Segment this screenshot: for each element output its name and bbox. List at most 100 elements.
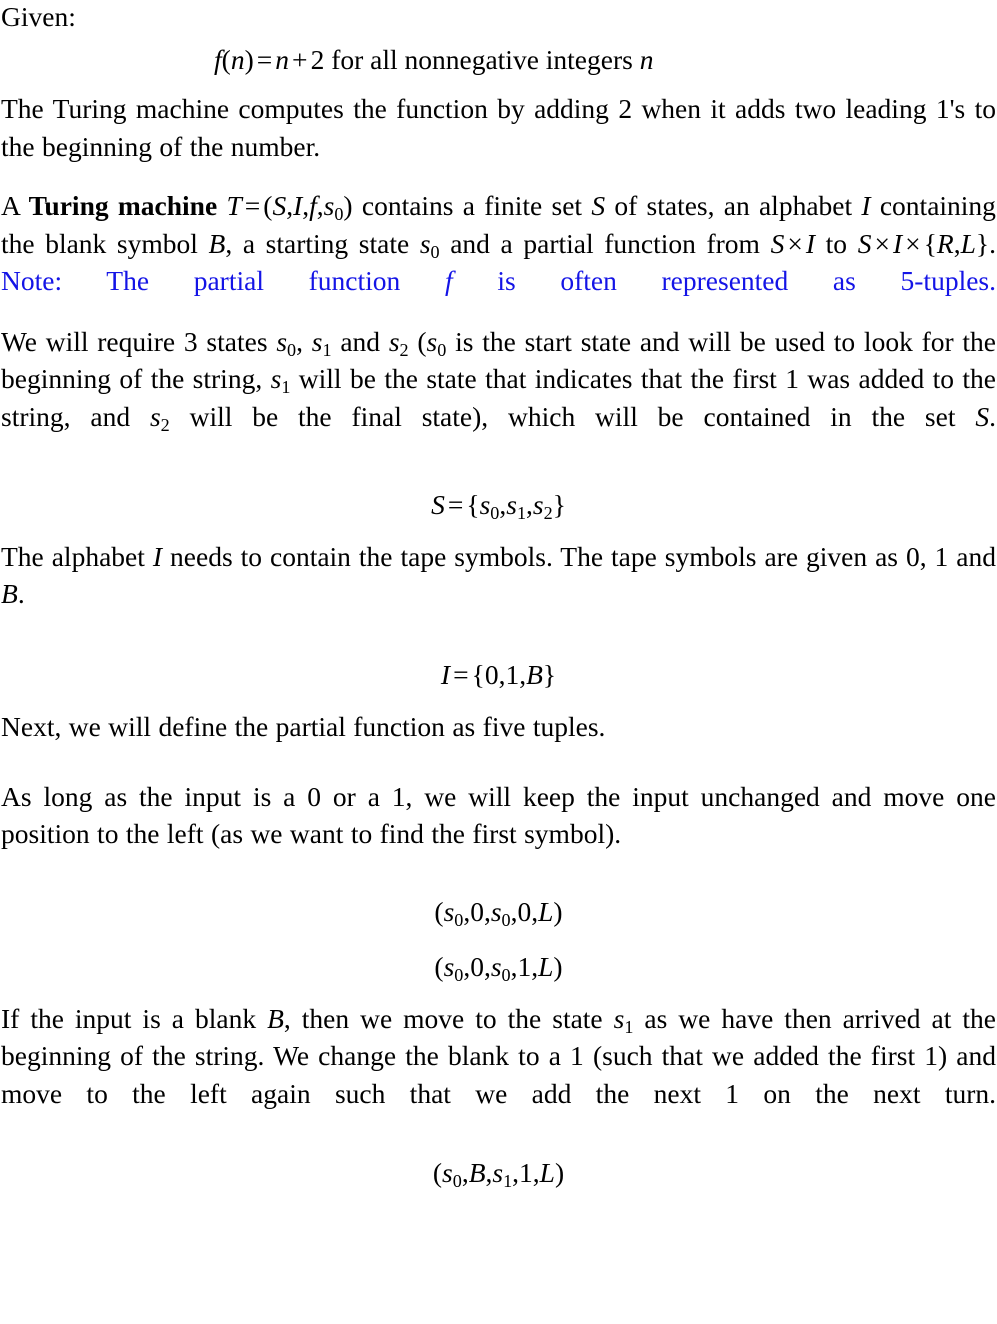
next-five-tuples-text: Next, we will define the partial functio… [1,711,606,742]
states-s1-b: s [270,363,282,394]
def-I-3: I [805,227,816,259]
paragraph-next-five-tuples: Next, we will define the partial functio… [1,708,996,746]
def-times-3: × [905,227,921,259]
tuple1-move-direction: L [538,895,554,927]
tuple2-move-direction: L [538,951,554,982]
def-I-2: I [861,190,871,221]
paragraph-alphabet-tape-symbols: The alphabet I needs to contain the tape… [1,538,996,613]
eq-fn-f: f [214,43,222,75]
input-zero-or-one-line1: As long as the input is a 0 or a 1, we w… [1,780,872,812]
document-page: Given: f(n) = n +2 for all nonnegative inte… [0,0,997,1322]
eq-fn-close-paren: ) [244,43,254,75]
paragraph-input-zero-or-one: As long as the input is a 0 or a 1, we w… [1,778,996,853]
tuple1-read-symbol: 0 [470,895,484,927]
def-times-2: × [874,227,890,259]
states-s2-b-subscript: 2 [160,414,170,435]
states-s2-subscript: 2 [399,339,409,360]
alphabet-B: B [1,578,18,609]
def-close-paren: ) [343,190,353,221]
eq-fn-equals: = [256,43,273,75]
def-a: A [1,190,20,221]
def-s0-b-subscript: 0 [430,241,440,262]
tuple2-read-symbol: 0 [470,951,484,982]
tuple1-open-paren: ( [434,895,444,927]
tuple1-next-state-subscript: 0 [501,909,511,930]
tuple3-move-direction: L [539,1157,555,1188]
def-text-1: contains a finite set [361,190,583,221]
eq-S-s1: s [506,489,517,520]
def-T: T [226,190,242,221]
tuple1-close-paren: ) [553,895,563,927]
def-times-1: × [787,227,803,259]
tuple1-next-state: s [490,895,502,927]
tuple2-open-paren: ( [434,951,444,982]
states-s0: s [276,325,288,357]
eq-S-s0-subscript: 0 [490,502,500,523]
tuple3-next-state: s [492,1157,504,1188]
def-S-4: S [857,227,872,259]
eq-I-brace-close: } [542,658,557,690]
tuple3-comma-4: , [532,1157,540,1188]
tuple2-close-paren: ) [553,951,563,982]
tuple3-write-symbol: 1 [519,1157,533,1188]
blank-s1: s [613,1002,625,1034]
eq-S-s2: s [532,489,544,520]
paragraph-blank-input-rule: If the input is a blank B, then we move … [1,1000,996,1113]
equation-tuple-3: (s0,B,s1,1,L) [1,1154,996,1192]
paragraph-states-requirement: We will require 3 states s0, s1 and s2 (… [1,323,996,436]
tuple1-comma-2: , [483,895,491,927]
states-s1-b-subscript: 1 [281,376,291,397]
def-comma-3: , [316,190,324,221]
note-text-part2: is often represented as 5-tuples. [497,265,996,296]
eq-I-one: 1 [505,658,520,690]
tuple2-next-state-subscript: 0 [501,964,511,985]
alphabet-I: I [152,540,163,572]
states-s1: s [311,325,323,357]
tuple3-state-subscript: 0 [452,1170,462,1191]
def-comma-4: , [953,227,961,259]
tuple2-state: s [443,951,455,982]
eq-I-zero: 0 [484,658,499,690]
tuple2-next-state: s [490,951,502,982]
tuple3-open-paren: ( [432,1157,443,1188]
tuple3-close-paren: ) [554,1157,565,1188]
states-text-1: We will require 3 states [1,325,268,357]
tuple3-read-symbol: B [468,1157,486,1188]
eq-S-s0: s [479,489,491,520]
eq-S-s2-subscript: 2 [543,502,553,523]
equation-tuple-1: (s0,0,s0,0,L) [1,893,996,931]
paragraph-machine-computes-line1: The Turing machine computes the function… [1,93,837,124]
eq-fn-tail-text: for all nonnegative integers [331,43,633,75]
def-equals: = [244,190,261,221]
alphabet-period: . [17,578,25,609]
eq-I-B: B [526,658,543,690]
eq-fn-rhs-n: n [275,43,290,75]
states-period: . [989,400,996,432]
eq-fn-plus: + [292,43,308,75]
tuple3-state: s [442,1157,453,1188]
paragraph-machine-computes: The Turing machine computes the function… [1,90,996,165]
def-text-4: , a starting state [225,227,410,259]
equation-function-definition: f(n) = n +2 for all nonnegative integers n [1,41,996,79]
tuple2-write-symbol: 1 [517,951,532,982]
tuple3-comma-3: , [512,1157,520,1188]
def-L: L [960,227,976,259]
def-text-2: of states, an alphabet [614,190,853,221]
alphabet-text-1: The alphabet [1,540,145,572]
tuple2-state-subscript: 0 [454,964,464,985]
def-f: f [309,190,317,221]
states-s0-subscript: 0 [287,339,297,360]
given-label-line: Given: [1,0,996,36]
tuple2-comma-2: , [483,951,491,982]
states-s2-b: s [149,400,161,432]
eq-S-brace-close: } [552,489,566,520]
eq-S-equals: = [447,489,464,520]
alphabet-text-2: needs to contain the tape symbols. The t… [170,540,996,572]
states-s1-subscript: 1 [322,339,332,360]
states-s2: s [388,325,400,357]
def-brace-open: { [923,227,937,259]
eq-S-comma-2: , [526,489,533,520]
tuple1-state-subscript: 0 [454,909,464,930]
def-text-6: to [825,227,848,259]
def-I-4: I [892,227,903,259]
